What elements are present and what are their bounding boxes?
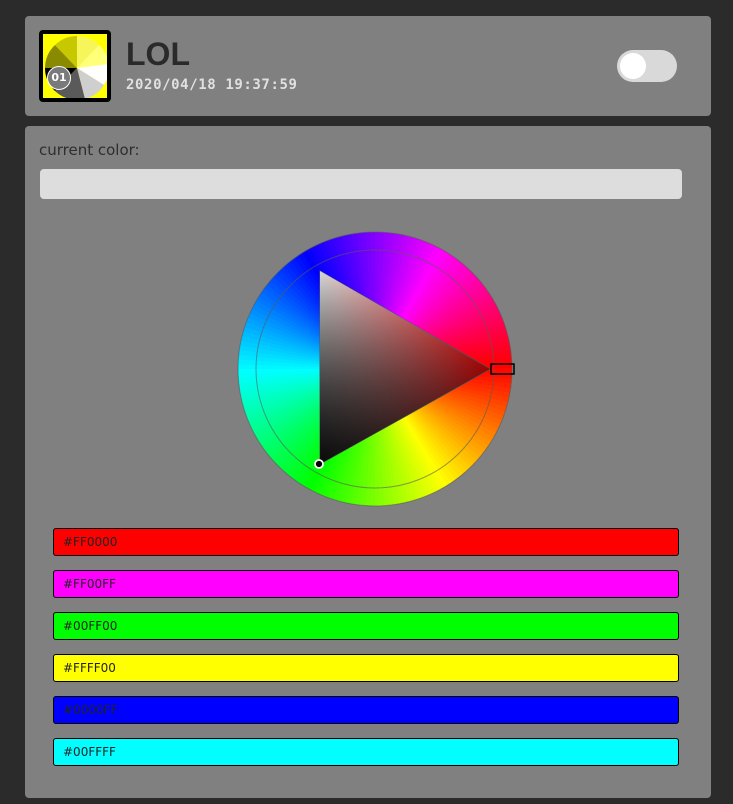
logo-badge: 01: [47, 66, 71, 90]
saturation-value-marker[interactable]: [314, 459, 324, 469]
color-swatch-row[interactable]: #00FFFF: [53, 738, 679, 766]
header-card: 01 LOL 2020/04/18 19:37:59: [25, 16, 711, 116]
toggle-knob: [620, 53, 646, 79]
logo: 01: [39, 30, 111, 102]
color-swatch-row[interactable]: #FF0000: [53, 528, 679, 556]
timestamp: 2020/04/18 19:37:59: [126, 77, 298, 93]
color-wheel[interactable]: [25, 126, 711, 526]
color-picker-card: current color: #FF0000 #FF00FF #00FF00 #…: [25, 126, 711, 798]
color-swatch-row[interactable]: #00FF00: [53, 612, 679, 640]
toggle-switch[interactable]: [617, 50, 677, 82]
page-title: LOL: [126, 36, 190, 72]
color-swatch-row[interactable]: #FF00FF: [53, 570, 679, 598]
color-swatch-row[interactable]: #0000FF: [53, 696, 679, 724]
color-swatch-row[interactable]: #FFFF00: [53, 654, 679, 682]
